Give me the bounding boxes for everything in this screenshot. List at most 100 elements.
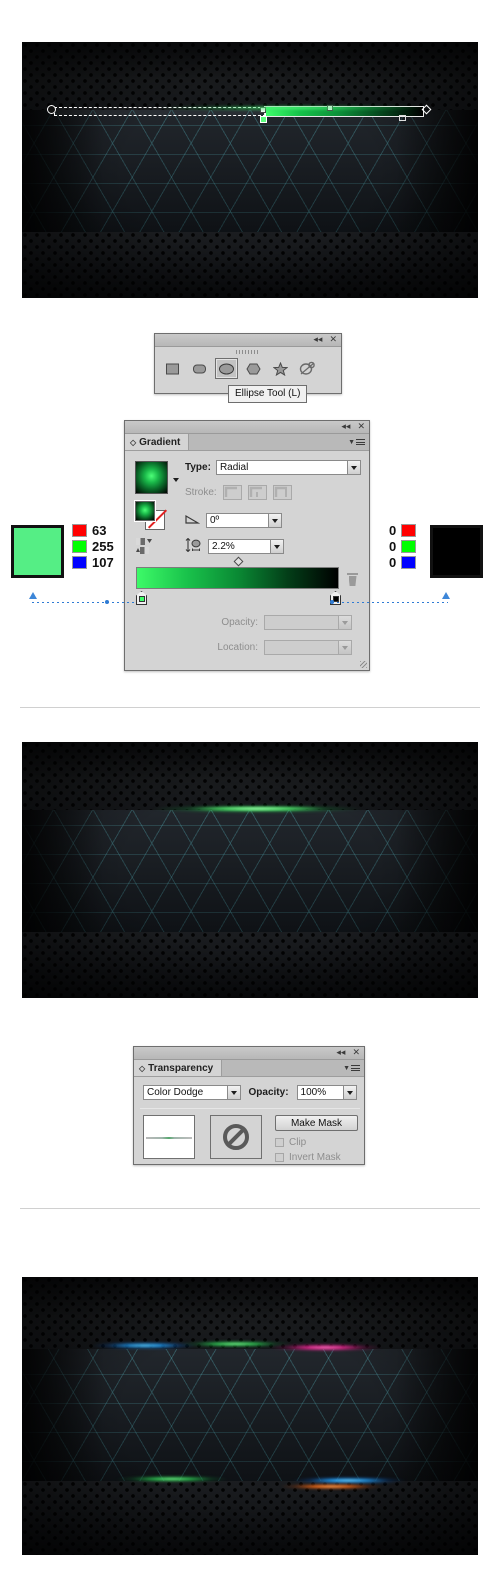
collapse-icon[interactable]: ◂◂	[336, 1048, 345, 1058]
thumbnail-streak	[146, 1137, 192, 1139]
guide-line-left	[32, 602, 136, 603]
perforated-band-bottom	[22, 1481, 478, 1555]
tab-toggle-icon: ◇	[139, 1063, 146, 1073]
gradient-aspect-field[interactable]: 2.2%	[208, 539, 284, 554]
blue-value: 0	[389, 555, 397, 570]
start-color-chips	[72, 524, 87, 569]
gradient-opacity-field	[264, 615, 352, 630]
opacity-label: Opacity:	[248, 1087, 289, 1098]
polygon-tool[interactable]	[242, 358, 265, 379]
clip-checkbox[interactable]	[275, 1138, 284, 1147]
fill-stroke-swatch-group[interactable]	[134, 500, 169, 531]
rounded-rectangle-icon	[193, 364, 206, 373]
chevron-down-icon[interactable]	[347, 460, 361, 475]
opacity-value[interactable]: 100%	[296, 1085, 343, 1100]
end-color-values: 0 0 0	[389, 524, 396, 569]
collapse-icon[interactable]: ◂◂	[341, 422, 350, 432]
chevron-down-icon[interactable]	[270, 539, 284, 554]
menu-caret-icon: ▼	[348, 438, 355, 446]
gradient-midpoint-diamond[interactable]	[233, 556, 244, 567]
chevron-down-icon[interactable]	[343, 1085, 357, 1100]
hexagon-edge-vignette	[22, 110, 478, 232]
gradient-panel-titlebar: ◂◂ ✕	[125, 421, 369, 434]
aspect-ratio-icon	[185, 537, 202, 555]
perforated-band-bottom	[22, 232, 478, 298]
invert-mask-row[interactable]: Invert Mask	[275, 1152, 341, 1163]
gradient-opacity-row: Opacity:	[182, 615, 352, 630]
panel-resize-grip[interactable]	[360, 661, 367, 668]
close-icon[interactable]: ✕	[352, 1048, 360, 1058]
star-tool[interactable]	[269, 358, 292, 379]
gradient-angle-field[interactable]: 0º	[206, 513, 282, 528]
guide-line-right	[332, 602, 448, 603]
panel-menu-button[interactable]: ▼	[348, 434, 369, 450]
gradient-type-select[interactable]: Radial	[215, 460, 361, 475]
hexagon-edge-vignette	[22, 810, 478, 932]
transparency-panel[interactable]: ◂◂ ✕ ◇ Transparency ▼ Color Dodge Opacit…	[133, 1046, 365, 1165]
panel-menu-button[interactable]: ▼	[343, 1060, 364, 1076]
end-color-chips	[401, 524, 417, 569]
red-value: 63	[92, 523, 107, 538]
guide-arrow-left	[29, 592, 37, 599]
rounded-rectangle-tool[interactable]	[188, 358, 211, 379]
hexagon-edge-vignette	[22, 1349, 478, 1481]
star-icon	[273, 361, 288, 376]
gradient-preview-thumbnail[interactable]	[135, 461, 168, 494]
flare-tool[interactable]	[296, 358, 319, 379]
ellipse-tool[interactable]	[215, 358, 238, 379]
tab-gradient[interactable]: ◇ Gradient	[125, 434, 190, 450]
reverse-gradient-icon[interactable]	[136, 538, 156, 557]
green-value: 0	[389, 539, 397, 554]
stroke-across-button	[272, 485, 292, 500]
type-label: Type:	[185, 462, 211, 473]
mask-thumbnail[interactable]	[210, 1115, 262, 1159]
close-icon[interactable]: ✕	[329, 335, 337, 345]
angle-icon	[185, 513, 201, 528]
rectangle-tool[interactable]	[161, 358, 184, 379]
delete-stop-icon[interactable]	[347, 573, 358, 586]
start-color-swatch	[10, 524, 65, 579]
gradient-type-row: Type: Radial	[185, 460, 361, 475]
invert-mask-checkbox[interactable]	[275, 1153, 284, 1162]
clip-row[interactable]: Clip	[275, 1137, 306, 1148]
transparency-panel-titlebar: ◂◂ ✕	[134, 1047, 364, 1060]
tab-transparency[interactable]: ◇ Transparency	[134, 1060, 223, 1076]
gradient-type-value[interactable]: Radial	[215, 460, 347, 475]
gradient-slider[interactable]	[136, 567, 341, 605]
end-color-readout: 0 0 0	[389, 524, 417, 569]
gradient-angle-row: 0º	[185, 513, 282, 528]
chevron-down-icon[interactable]	[226, 1085, 241, 1100]
page-root: ◂◂ ✕ Ellipse Tool (L) ◂◂ ✕ ◇ Gradient ▼ …	[0, 0, 500, 1595]
artboard-step-3	[22, 1277, 478, 1555]
flyout-titlebar: ◂◂ ✕	[155, 334, 341, 347]
artwork-thumbnail[interactable]	[143, 1115, 195, 1159]
gradient-panel[interactable]: ◂◂ ✕ ◇ Gradient ▼ Type: Radial Stroke: 0…	[124, 420, 370, 671]
gradient-aspect-value[interactable]: 2.2%	[208, 539, 270, 554]
collapse-icon[interactable]: ◂◂	[313, 335, 322, 345]
menu-caret-icon: ▼	[343, 1064, 350, 1072]
gradient-aspect-row: 2.2%	[185, 537, 284, 555]
chevron-down-icon	[338, 615, 352, 630]
section-divider-1	[20, 707, 480, 708]
gradient-angle-value[interactable]: 0º	[206, 513, 268, 528]
hexagon-band	[22, 110, 478, 232]
perforated-band-top	[22, 1277, 478, 1349]
opacity-field[interactable]: 100%	[296, 1085, 357, 1100]
clip-label: Clip	[289, 1137, 307, 1148]
gradient-opacity-value	[264, 615, 338, 630]
blend-mode-select[interactable]: Color Dodge	[143, 1085, 241, 1100]
fill-swatch[interactable]	[134, 500, 156, 522]
hexagon-band	[22, 1349, 478, 1481]
close-icon[interactable]: ✕	[357, 422, 365, 432]
transparency-separator	[140, 1108, 360, 1109]
chevron-down-icon[interactable]	[268, 513, 282, 528]
gradient-presets-caret-icon[interactable]	[173, 478, 179, 482]
red-value: 0	[389, 523, 397, 538]
make-mask-button[interactable]: Make Mask	[275, 1115, 358, 1131]
blend-mode-value[interactable]: Color Dodge	[143, 1085, 227, 1100]
guide-arrow-right	[442, 592, 450, 599]
gradient-stop-start[interactable]	[136, 591, 147, 605]
section-divider-2	[20, 1208, 480, 1209]
rectangle-icon	[166, 363, 179, 374]
guide-node-right	[330, 600, 334, 604]
